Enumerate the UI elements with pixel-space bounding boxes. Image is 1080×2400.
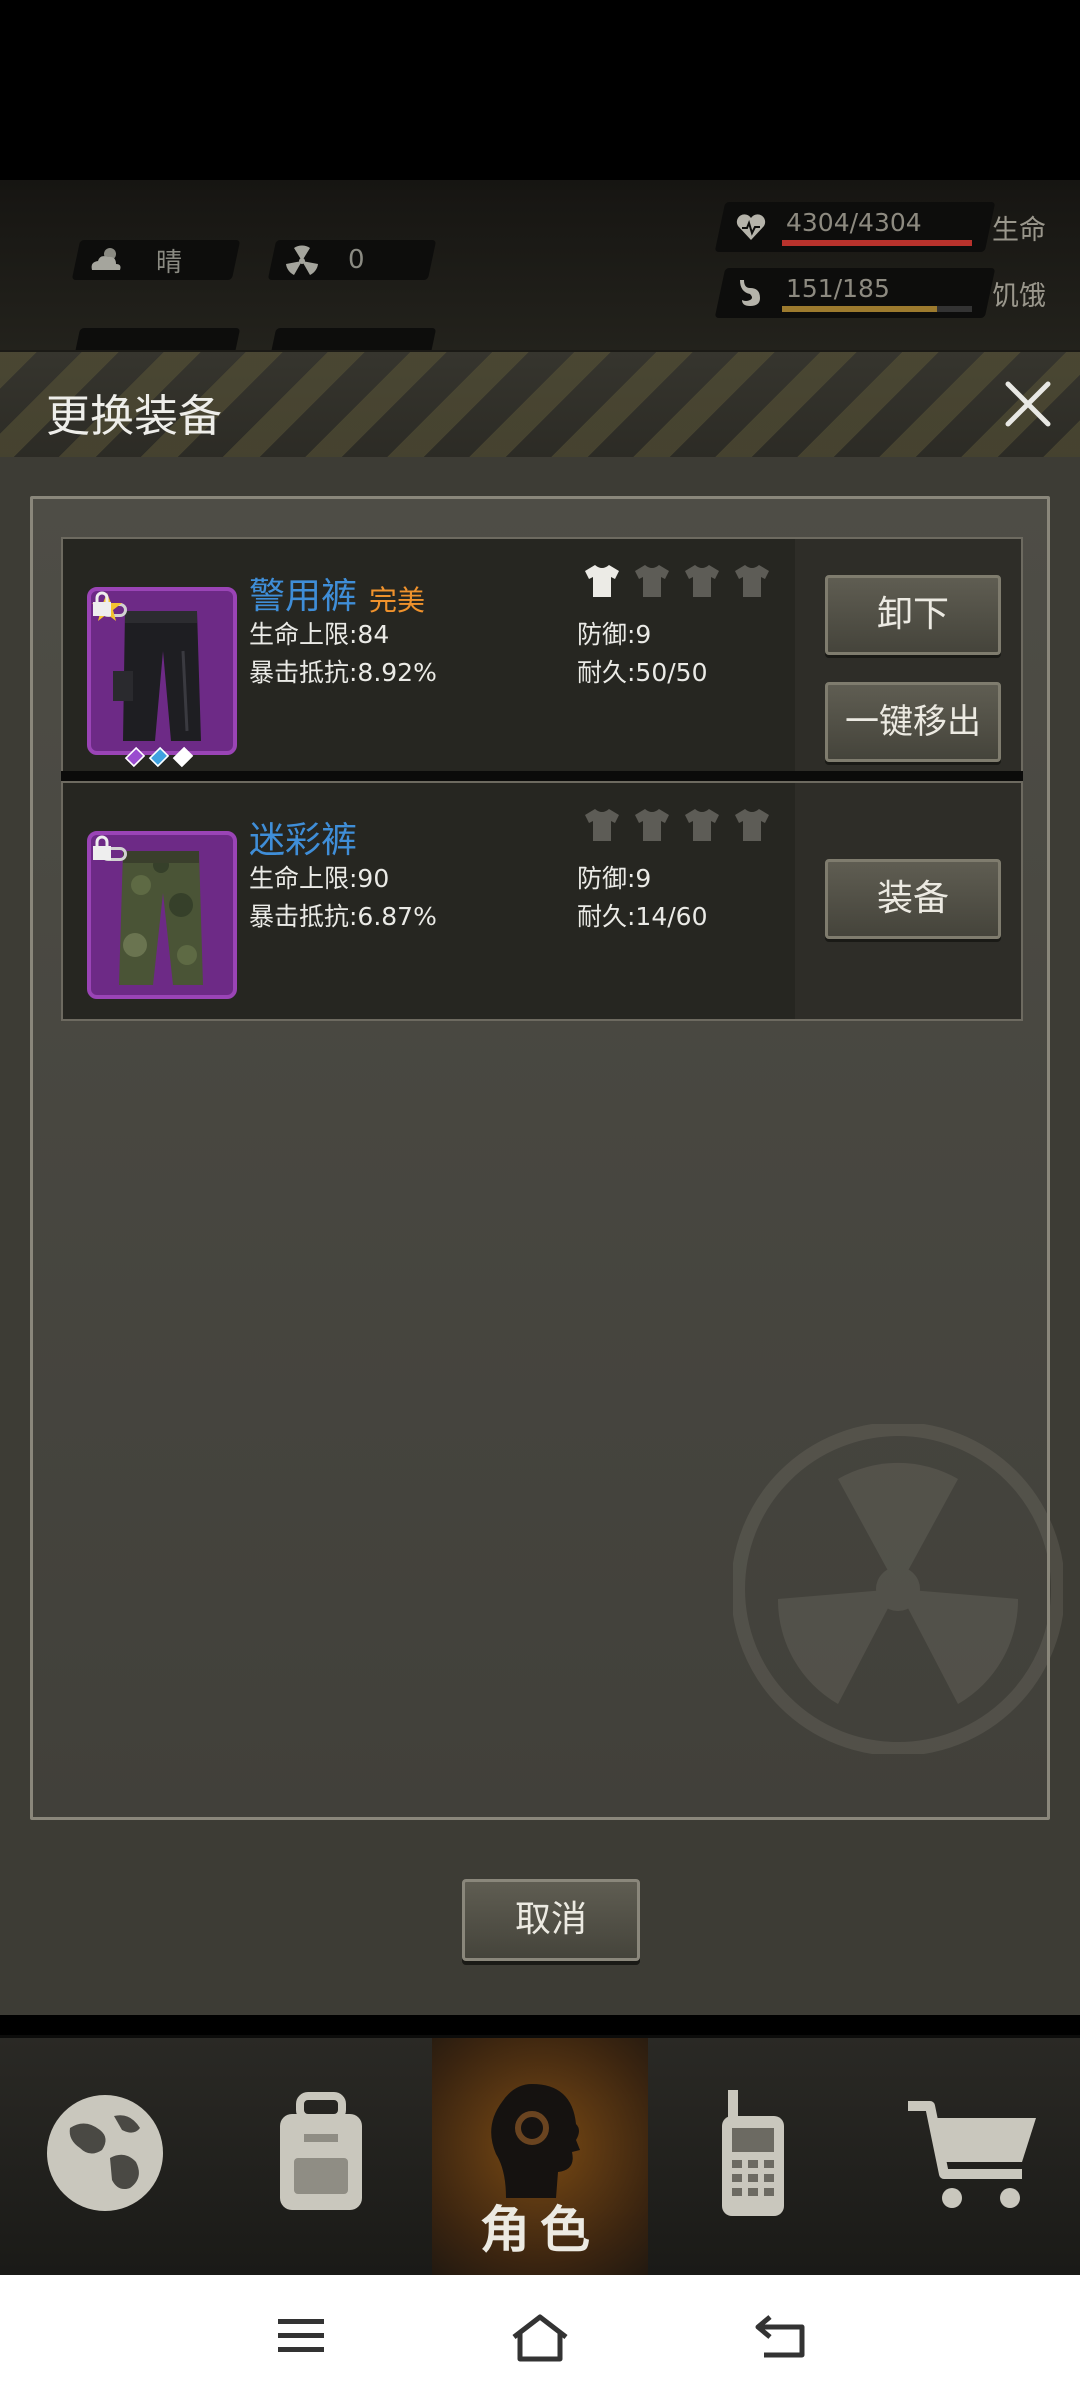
tab-backpack[interactable] <box>216 2038 432 2278</box>
gem-icon <box>124 746 146 768</box>
equipment-item[interactable]: 警用裤 完美 生命上限:84 暴击抵抗:8.92% 防御:9 耐久:50/50 … <box>61 537 1023 777</box>
hunger-bar <box>782 306 972 312</box>
lock-icon <box>93 591 111 616</box>
tab-character-label: 角色 <box>480 2201 600 2259</box>
radiation-watermark-icon <box>733 1424 1063 1754</box>
item-stat-defense: 防御:9 <box>577 620 652 649</box>
shirt-slot-icon <box>635 809 669 841</box>
backpack-icon <box>280 2092 362 2210</box>
shirt-slot-icon <box>585 565 619 597</box>
hunger-stat: 151/185 饥饿 <box>714 268 1080 318</box>
health-stat: 4304/4304 生命 <box>714 202 1080 252</box>
system-navigation-bar <box>0 2275 1080 2400</box>
item-quality: 完美 <box>369 584 426 617</box>
shirt-slot-icon <box>635 565 669 597</box>
bottom-tab-bar: 角色 <box>0 2035 1080 2278</box>
health-value: 4304/4304 <box>786 208 922 237</box>
item-stat-durability: 耐久:14/60 <box>577 902 708 931</box>
item-stat-hp: 生命上限:84 <box>249 620 390 649</box>
gem-icon <box>172 746 194 768</box>
weather-label: 晴 <box>156 247 183 278</box>
hunger-value: 151/185 <box>786 274 890 303</box>
walkie-talkie-icon <box>722 2090 784 2216</box>
shirt-slot-icon <box>685 565 719 597</box>
item-name: 迷彩裤 <box>249 820 358 861</box>
equipment-item[interactable]: 迷彩裤 生命上限:90 暴击抵抗:6.87% 防御:9 耐久:14/60 装备 <box>61 781 1023 1021</box>
item-thumbnail[interactable] <box>87 587 237 755</box>
item-stat-defense: 防御:9 <box>577 864 652 893</box>
hunger-label: 饥饿 <box>992 281 1046 312</box>
gem-icon <box>148 746 170 768</box>
stomach-icon <box>740 280 760 306</box>
cloud-sun-icon <box>91 248 121 270</box>
dialog-title: 更换装备 <box>46 391 222 442</box>
close-icon[interactable] <box>998 374 1058 434</box>
cart-icon <box>908 2101 1036 2208</box>
remove-all-button[interactable]: 一键移出 <box>825 682 1001 762</box>
item-stat-crit-resist: 暴击抵抗:8.92% <box>249 658 437 687</box>
health-label: 生命 <box>992 215 1046 246</box>
top-bar <box>0 0 1080 180</box>
menu-icon[interactable] <box>276 2313 326 2357</box>
character-head-icon <box>491 2084 580 2198</box>
radiation-icon <box>286 245 318 275</box>
dialog-header: 更换装备 <box>0 352 1080 457</box>
equip-button[interactable]: 装备 <box>825 859 1001 939</box>
item-name: 警用裤 <box>249 576 358 617</box>
health-bar <box>782 240 972 246</box>
item-stat-durability: 耐久:50/50 <box>577 658 708 687</box>
shirt-slot-icon <box>735 809 769 841</box>
home-icon[interactable] <box>510 2313 570 2363</box>
tab-world[interactable] <box>0 2038 216 2278</box>
tab-character[interactable]: 角色 <box>432 2038 648 2278</box>
shirt-slot-icon <box>685 809 719 841</box>
status-hud: 晴 0 4304/4304 生命 151/185 饥饿 <box>0 180 1080 530</box>
change-equipment-dialog: 更换装备 警用裤 完美 生命上限:84 暴击抵抗:8.92% 防御:9 耐久:5… <box>0 350 1080 2015</box>
cancel-button[interactable]: 取消 <box>462 1879 640 1961</box>
globe-icon <box>47 2095 163 2211</box>
slot-icons <box>583 563 771 599</box>
back-icon[interactable] <box>754 2313 808 2359</box>
lock-icon <box>93 835 111 860</box>
shirt-slot-icon <box>735 565 769 597</box>
radiation-value: 0 <box>348 245 365 275</box>
slot-icons <box>583 807 771 843</box>
shirt-slot-icon <box>585 809 619 841</box>
tab-shop[interactable] <box>864 2038 1080 2278</box>
equipment-list: 警用裤 完美 生命上限:84 暴击抵抗:8.92% 防御:9 耐久:50/50 … <box>30 496 1063 1820</box>
item-stat-hp: 生命上限:90 <box>249 864 390 893</box>
item-stat-crit-resist: 暴击抵抗:6.87% <box>249 902 437 931</box>
unequip-button[interactable]: 卸下 <box>825 575 1001 655</box>
tab-radio[interactable] <box>648 2038 864 2278</box>
heart-icon <box>736 214 766 240</box>
item-thumbnail[interactable] <box>87 831 237 999</box>
